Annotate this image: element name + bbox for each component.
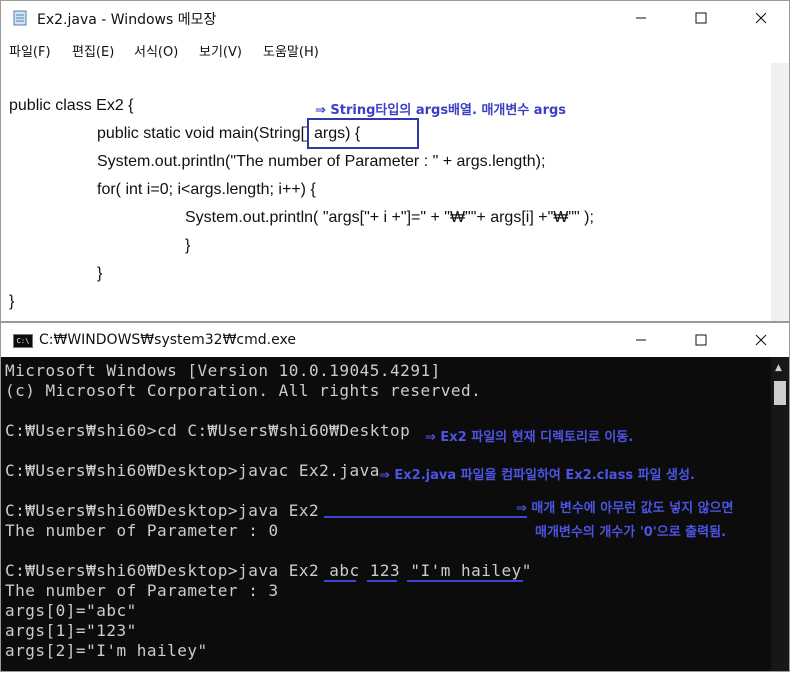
notepad-scrollbar[interactable] [771, 63, 789, 321]
text-editor[interactable]: public class Ex2 { public static void ma… [1, 63, 771, 321]
code-line: } [185, 237, 191, 254]
menu-view[interactable]: 보기(V) [199, 41, 242, 60]
menu-help[interactable]: 도움말(H) [263, 41, 319, 60]
notepad-window: Ex2.java - Windows 메모장 파일(F) 편집(E) 서식(O)… [0, 0, 790, 322]
cmd-minimize-button[interactable] [611, 323, 671, 357]
close-button[interactable] [731, 1, 791, 35]
console-line: args[1]="123" [5, 621, 137, 640]
cd-annotation: ⇒ Ex2 파일의 현재 디렉토리로 이동. [425, 430, 634, 445]
arg-underline [407, 580, 523, 582]
console-line: C:₩Users₩shi60₩Desktop>java Ex2 abc 123 … [5, 561, 532, 580]
scroll-thumb[interactable] [774, 381, 786, 405]
cmd-titlebar[interactable]: C:\ C:₩WINDOWS₩system32₩cmd.exe [1, 323, 789, 357]
code-line: System.out.println("The number of Parame… [97, 153, 546, 170]
menu-bar: 파일(F) 편집(E) 서식(O) 보기(V) 도움말(H) [1, 37, 789, 61]
console-output[interactable]: Microsoft Windows [Version 10.0.19045.42… [1, 357, 771, 671]
scroll-up-icon[interactable]: ▲ [775, 363, 782, 373]
arg-underline [367, 580, 397, 582]
minimize-button[interactable] [611, 1, 671, 35]
close-icon [755, 12, 767, 24]
code-line: } [97, 265, 103, 282]
args-highlight-box [307, 118, 419, 149]
cmd-close-button[interactable] [731, 323, 791, 357]
maximize-button[interactable] [671, 1, 731, 35]
cmd-maximize-button[interactable] [671, 323, 731, 357]
console-line: The number of Parameter : 0 [5, 521, 279, 540]
noargs-annotation-line1: ⇒ 매개 변수에 아무런 값도 넣지 않으면 [516, 501, 734, 516]
console-line: The number of Parameter : 3 [5, 581, 279, 600]
noargs-annotation-line2: 매개변수의 개수가 '0'으로 출력됨. [535, 525, 727, 540]
close-icon [755, 334, 767, 346]
menu-file[interactable]: 파일(F) [9, 41, 51, 60]
code-line: System.out.println( "args["+ i +"]=" + "… [185, 209, 594, 226]
menu-format[interactable]: 서식(O) [134, 41, 178, 60]
cmd-scrollbar[interactable]: ▲ [771, 357, 789, 671]
console-line: args[2]="I'm hailey" [5, 641, 208, 660]
minimize-icon [636, 339, 646, 341]
cmd-window: C:\ C:₩WINDOWS₩system32₩cmd.exe Microsof… [0, 322, 790, 672]
blank-args-underline [324, 516, 527, 518]
code-line: } [9, 293, 15, 310]
console-line: C:₩Users₩shi60₩Desktop>java Ex2 [5, 501, 320, 520]
javac-annotation: ⇒ Ex2.java 파일을 컴파일하여 Ex2.class 파일 생성. [379, 468, 695, 483]
notepad-titlebar[interactable]: Ex2.java - Windows 메모장 [1, 1, 789, 35]
minimize-icon [636, 17, 646, 19]
notepad-title: Ex2.java - Windows 메모장 [37, 12, 217, 28]
maximize-icon [695, 334, 707, 346]
cmd-title: C:₩WINDOWS₩system32₩cmd.exe [39, 332, 296, 348]
code-line: for( int i=0; i<args.length; i++) { [97, 181, 316, 198]
code-line: public class Ex2 { [9, 97, 134, 114]
cmd-icon: C:\ [13, 334, 33, 348]
menu-edit[interactable]: 편집(E) [72, 41, 114, 60]
args-annotation: ⇒ String타입의 args배열. 매개변수 args [315, 103, 567, 118]
notepad-icon [13, 10, 27, 26]
console-line: C:₩Users₩shi60₩Desktop>javac Ex2.java [5, 461, 380, 480]
arg-underline [324, 580, 356, 582]
maximize-icon [695, 12, 707, 24]
console-line: C:₩Users₩shi60>cd C:₩Users₩shi60₩Desktop [5, 421, 411, 440]
console-line: (c) Microsoft Corporation. All rights re… [5, 381, 482, 400]
console-line: Microsoft Windows [Version 10.0.19045.42… [5, 361, 441, 380]
console-line: args[0]="abc" [5, 601, 137, 620]
